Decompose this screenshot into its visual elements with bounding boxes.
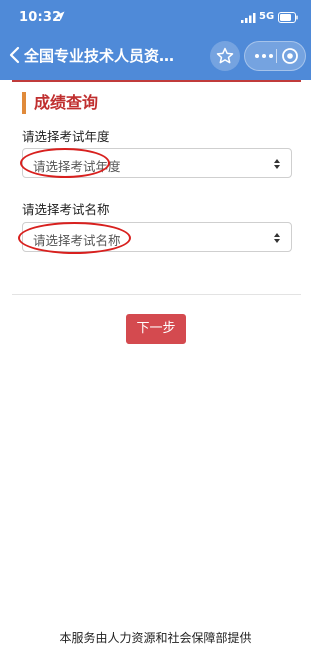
year-select-value: 请选择考试年度 <box>33 159 121 174</box>
mini-program-capsule <box>244 41 306 71</box>
navigation-bar: 全国专业技术人员资… <box>0 34 311 78</box>
top-bar: 10:32 5G 全国专业技术人员资… <box>0 0 311 80</box>
network-type: 5G <box>259 11 275 22</box>
mini-program-close-icon[interactable] <box>281 47 299 65</box>
favorite-button[interactable] <box>210 41 240 71</box>
page-title: 全国专业技术人员资… <box>24 47 175 65</box>
section-title: 成绩查询 <box>22 92 98 114</box>
signal-icon <box>241 13 256 23</box>
year-label: 请选择考试年度 <box>22 129 110 144</box>
select-caret-icon <box>274 159 280 169</box>
header-divider <box>12 80 301 82</box>
more-dots-icon[interactable] <box>254 51 274 61</box>
year-select[interactable]: 请选择考试年度 <box>22 148 292 178</box>
next-button[interactable]: 下一步 <box>126 314 186 344</box>
capsule-divider <box>276 49 277 63</box>
name-label: 请选择考试名称 <box>22 202 110 217</box>
content-divider <box>12 294 301 295</box>
star-icon <box>216 47 234 64</box>
footer-text: 本服务由人力资源和社会保障部提供 <box>59 631 252 645</box>
select-caret-icon <box>274 233 280 243</box>
location-arrow-icon <box>55 11 65 21</box>
name-select-value: 请选择考试名称 <box>33 233 121 248</box>
status-bar: 10:32 5G <box>0 0 311 34</box>
back-chevron-icon[interactable] <box>8 46 22 64</box>
battery-icon <box>278 12 298 23</box>
name-select[interactable]: 请选择考试名称 <box>22 222 292 252</box>
